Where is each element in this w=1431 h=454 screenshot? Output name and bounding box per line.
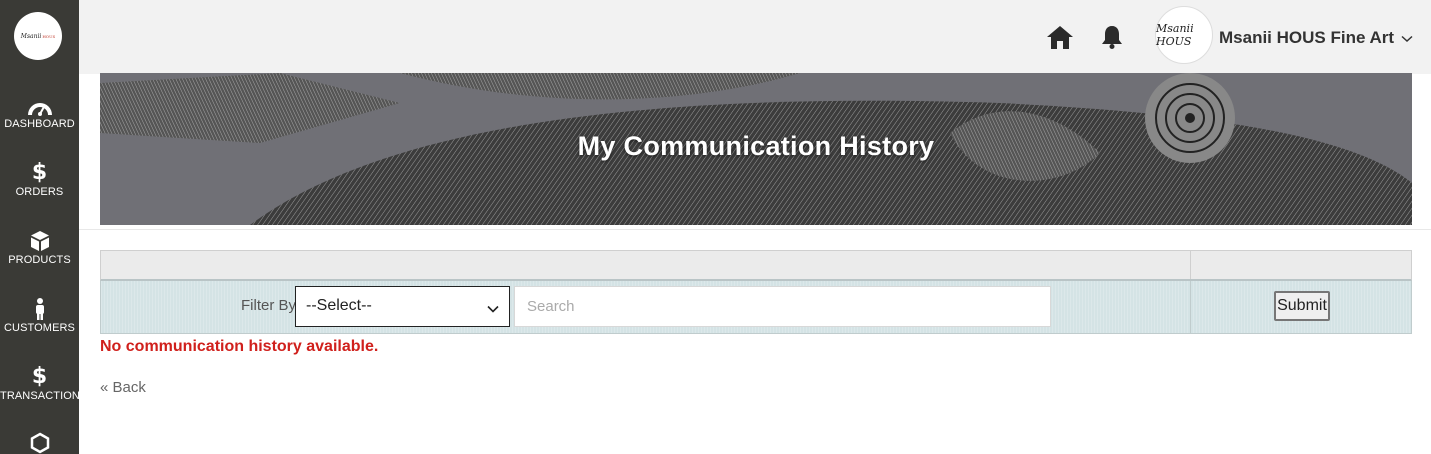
sidebar-item-label: TRANSACTIONS — [0, 390, 88, 402]
filter-row: Filter By --Select-- Submit — [100, 281, 1412, 334]
dollar-icon: $ — [31, 364, 48, 389]
user-name: Msanii HOUS Fine Art — [1219, 28, 1395, 47]
sidebar-item-label: DASHBOARD — [4, 118, 75, 130]
home-icon[interactable] — [1046, 24, 1074, 55]
filter-select-value: --Select-- — [306, 297, 372, 314]
avatar[interactable]: Msanii HOUS — [1155, 6, 1213, 64]
page-banner: My Communication History — [100, 73, 1412, 225]
divider — [79, 229, 1431, 230]
chevron-down-icon — [487, 300, 499, 318]
table-header — [100, 250, 1412, 281]
filter-select[interactable]: --Select-- — [295, 286, 510, 327]
sidebar-item-products[interactable]: PRODUCTS — [0, 226, 79, 266]
chevron-down-icon — [1398, 32, 1413, 46]
back-link[interactable]: « Back — [100, 379, 146, 396]
sidebar-item-transactions[interactable]: $ TRANSACTIONS — [0, 362, 88, 403]
sidebar-item-label: PRODUCTS — [8, 254, 71, 266]
app-logo[interactable]: Msanii HOUS — [14, 12, 62, 60]
dollar-icon: $ — [31, 160, 48, 185]
sidebar: Msanii HOUS DASHBOARD $ ORDERS PRODUCTS C… — [0, 0, 88, 454]
user-menu[interactable]: Msanii HOUS Fine Art — [1219, 28, 1413, 48]
filter-table: Filter By --Select-- Submit — [100, 250, 1412, 334]
sidebar-item-orders[interactable]: $ ORDERS — [0, 158, 79, 199]
column-divider — [1190, 251, 1191, 279]
sidebar-item-dashboard[interactable]: DASHBOARD — [0, 90, 79, 130]
sidebar-item-more[interactable] — [0, 428, 79, 454]
person-icon — [0, 294, 79, 320]
empty-state-message: No communication history available. — [100, 338, 379, 355]
submit-button[interactable]: Submit — [1274, 291, 1330, 321]
dashboard-gauge-icon — [0, 90, 79, 116]
hexagon-icon — [0, 428, 79, 454]
filter-label: Filter By — [241, 297, 297, 314]
sidebar-item-customers[interactable]: CUSTOMERS — [0, 294, 79, 334]
sidebar-item-label: ORDERS — [15, 186, 64, 198]
sidebar-item-label: CUSTOMERS — [4, 322, 75, 334]
box-icon — [0, 226, 79, 252]
search-input[interactable] — [514, 286, 1051, 327]
page-title: My Communication History — [577, 131, 935, 161]
bell-icon[interactable] — [1100, 24, 1124, 55]
column-divider — [1190, 281, 1191, 333]
